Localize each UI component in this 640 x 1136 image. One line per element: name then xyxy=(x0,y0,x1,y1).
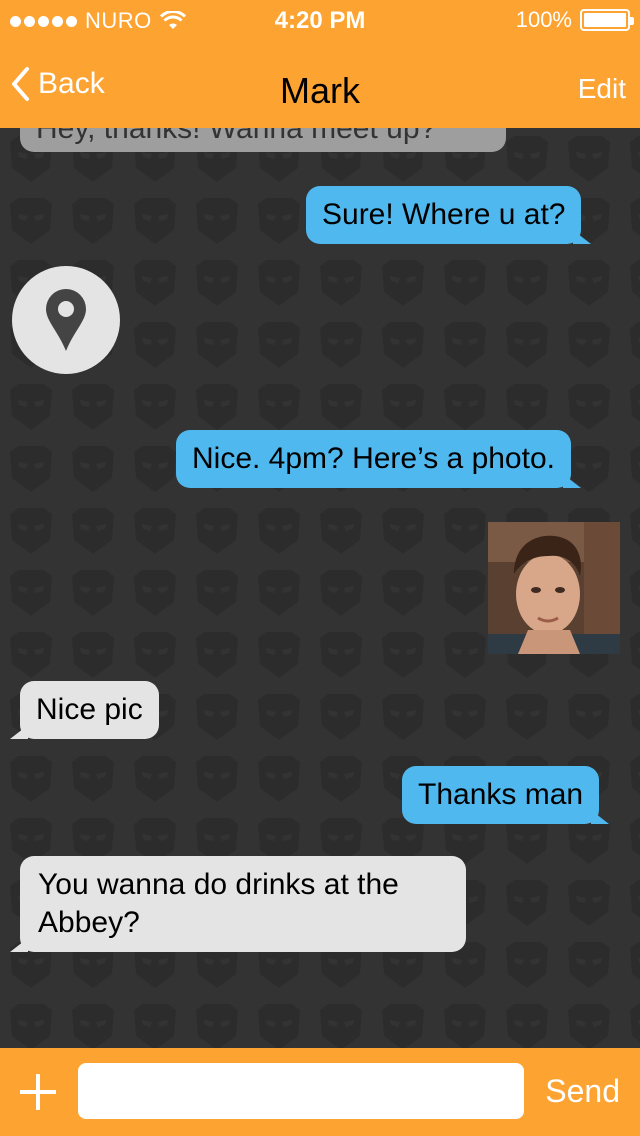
message-bubble-incoming[interactable]: Nice pic xyxy=(10,681,159,739)
composer-bar: Send xyxy=(0,1048,640,1136)
message-text: Nice. 4pm? Here’s a photo. xyxy=(192,442,555,475)
battery-icon xyxy=(580,9,634,31)
message-bubble-incoming[interactable]: You wanna do drinks at the Abbey? xyxy=(10,856,466,952)
conversation-title: Mark xyxy=(280,70,360,111)
battery-percentage: 100% xyxy=(515,7,572,32)
send-button[interactable]: Send xyxy=(545,1073,620,1110)
message-text: Sure! Where u at? xyxy=(322,198,566,231)
status-bar: NURO 4:20 PM 100% xyxy=(0,0,640,40)
nav-bar: Back Mark Edit xyxy=(0,40,640,128)
message-bubble-outgoing[interactable]: Thanks man xyxy=(402,766,610,824)
status-right: 100% xyxy=(515,7,634,33)
message-text: Thanks man xyxy=(418,778,584,811)
message-bubble-outgoing[interactable]: Nice. 4pm? Here’s a photo. xyxy=(176,430,581,488)
photo-message[interactable] xyxy=(488,522,620,654)
header: NURO 4:20 PM 100% Back Mark Edit xyxy=(0,0,640,128)
battery-fill xyxy=(584,13,626,27)
message-bubble-incoming[interactable]: Hey, thanks! Wanna meet up? xyxy=(20,128,506,152)
message-bubble-outgoing[interactable]: Sure! Where u at? xyxy=(306,186,592,244)
location-message[interactable] xyxy=(12,266,120,374)
message-input[interactable] xyxy=(78,1063,524,1119)
plus-icon[interactable] xyxy=(18,1072,58,1112)
chat-area[interactable]: Hey, thanks! Wanna meet up? Sure! Where … xyxy=(0,128,640,1048)
message-text: Hey, thanks! Wanna meet up? xyxy=(36,128,437,145)
message-text: You wanna do drinks at the Abbey? xyxy=(38,868,399,939)
profile-photo xyxy=(488,522,620,654)
message-text: Nice pic xyxy=(36,693,143,726)
edit-button[interactable]: Edit xyxy=(578,73,626,105)
location-pin-icon xyxy=(46,289,86,351)
